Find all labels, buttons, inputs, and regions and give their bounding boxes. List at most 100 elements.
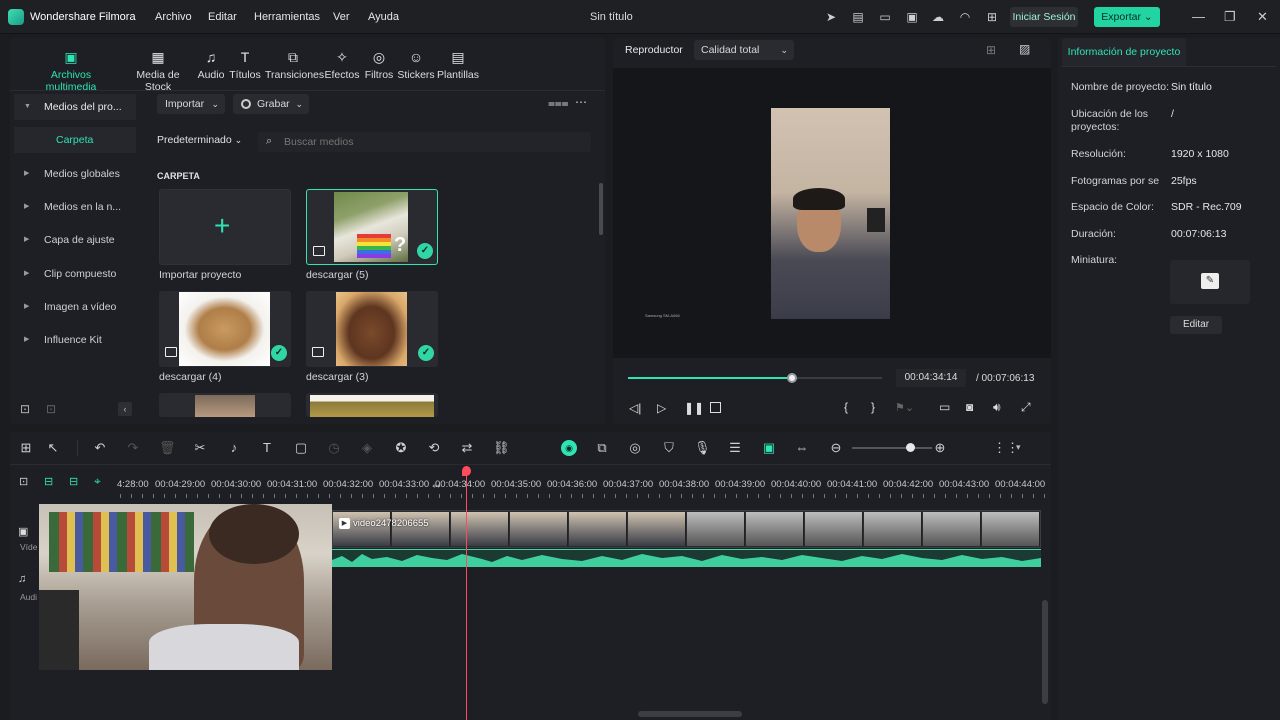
close-icon[interactable]: ✕ (1257, 9, 1268, 25)
quality-dropdown[interactable]: Calidad total ⌄ (694, 40, 794, 60)
vertical-scrollbar[interactable] (1042, 600, 1048, 704)
category-templates[interactable]: ▤ Plantillas (437, 48, 479, 81)
grid-apps-icon[interactable]: ⊞ (985, 10, 999, 24)
tab-project-info[interactable]: Información de proyecto (1062, 38, 1186, 66)
record-button[interactable]: Grabar ⌄ (233, 94, 309, 114)
camera-icon[interactable]: ◙ (966, 400, 973, 414)
ruler-tick-mark (164, 494, 165, 498)
sidebar-folder[interactable]: Carpeta (14, 127, 136, 153)
sidebar-label: Influence Kit (44, 334, 102, 346)
cloud-upload-icon[interactable]: ☁ (931, 10, 945, 24)
more-icon[interactable]: ⋯ (575, 95, 587, 109)
thumbnail-box[interactable]: ✎ (1170, 260, 1250, 304)
media-item-partial[interactable] (306, 393, 438, 417)
sidebar-item-influence[interactable]: ▶ Influence Kit (14, 327, 136, 353)
display-icon[interactable]: ▭ (939, 400, 950, 414)
previous-frame-icon[interactable]: ◁| (629, 401, 641, 415)
menu-editar[interactable]: Editar (208, 11, 237, 23)
headphones-image (209, 504, 299, 564)
sort-dropdown[interactable]: Predeterminado ⌄ (157, 134, 242, 146)
collapse-sidebar-icon[interactable]: ‹ (118, 402, 132, 416)
progress-track[interactable] (628, 373, 882, 383)
dog-image (195, 395, 255, 417)
category-label: Audio (197, 69, 225, 81)
snapshot-image-icon[interactable]: ▨ (1019, 42, 1030, 56)
volume-icon[interactable]: 🔊︎ (993, 400, 1001, 415)
new-folder-icon[interactable]: ⊡ (20, 402, 30, 416)
sidebar-item-cloud[interactable]: ▶ Medios en la n... (14, 194, 136, 220)
audio-track-icon: ♫ (18, 573, 27, 585)
category-media[interactable]: ▣ Archivos multimedia (25, 48, 117, 93)
ruler-tick-mark (461, 494, 462, 498)
monitor-icon[interactable]: ▭ (878, 10, 892, 24)
current-time[interactable]: 00:04:34:14 (896, 369, 966, 387)
audio-waveform[interactable] (332, 549, 1041, 567)
filter-icon: ◎ (372, 49, 386, 65)
export-button[interactable]: Exportar ⌄ (1094, 7, 1160, 27)
time-ruler[interactable]: 4:28:00 00:04:29:00 00:04:30:00 00:04:31:00… (10, 432, 1051, 502)
import-project-tile[interactable]: + (159, 189, 291, 265)
sidebar-item-image-to-video[interactable]: ▶ Imagen a vídeo (14, 294, 136, 320)
ruler-tick-label: 00:04:31:00 (267, 479, 318, 490)
mark-out-icon[interactable]: } (871, 400, 875, 414)
edit-button[interactable]: Editar (1170, 316, 1222, 334)
marker-icon[interactable]: ⚑⌄ (895, 401, 914, 414)
info-value: Sin título (1171, 81, 1212, 93)
filmstrip-frame (687, 512, 745, 546)
ruler-tick-mark (681, 494, 682, 498)
media-item-descargar-3[interactable]: ✓ (306, 291, 438, 367)
search-box[interactable]: ⌕ (258, 132, 591, 152)
media-item-descargar-5[interactable]: ? ✓ (306, 189, 438, 265)
restore-icon[interactable]: ❐ (1224, 9, 1236, 25)
ruler-tick-mark (659, 494, 660, 498)
play-icon[interactable]: ▷ (657, 401, 666, 415)
media-item-descargar-4[interactable]: ✓ (159, 291, 291, 367)
sidebar-item-global[interactable]: ▶ Medios globales (14, 161, 136, 187)
horizontal-scrollbar[interactable] (638, 711, 742, 717)
send-icon[interactable]: ➤ (824, 10, 838, 24)
quality-label: Calidad total (701, 44, 760, 56)
ruler-tick-label: 00:04:33:00 (379, 479, 430, 490)
menu-herramientas[interactable]: Herramientas (254, 11, 320, 23)
video-clip[interactable]: ▶ video2478206655 (332, 510, 1041, 548)
playhead[interactable] (462, 466, 472, 720)
category-audio[interactable]: ♫ Audio (196, 48, 226, 81)
mark-in-icon[interactable]: { (844, 400, 848, 414)
menu-ayuda[interactable]: Ayuda (368, 11, 399, 23)
filter-list-icon[interactable]: ⩶ (548, 96, 569, 111)
category-transitions[interactable]: ⧉ Transiciones (265, 48, 324, 81)
preview-canvas[interactable]: Samsung SM-A066 (613, 68, 1051, 358)
category-filters[interactable]: ◎ Filtros (363, 48, 395, 81)
fullscreen-icon[interactable]: ⤢ (1021, 400, 1031, 415)
import-button[interactable]: Importar ⌄ (157, 94, 225, 114)
clipboard-icon[interactable]: ▤ (851, 10, 865, 24)
player-tab[interactable]: Reproductor (625, 44, 683, 56)
headset-icon[interactable]: ◠ (958, 10, 972, 24)
category-effects[interactable]: ✧ Efectos (324, 48, 360, 81)
menu-ver[interactable]: Ver (333, 11, 350, 23)
category-titles[interactable]: T Títulos (228, 48, 262, 81)
minimize-icon[interactable]: — (1192, 9, 1205, 24)
save-icon[interactable]: ▣ (905, 10, 919, 24)
grid-view-icon[interactable]: ⊞ (986, 43, 996, 57)
sidebar-project-media[interactable]: ▼ Medios del pro... (14, 94, 136, 120)
stop-icon[interactable] (710, 402, 721, 413)
rainbow-flag-icon (357, 234, 391, 258)
category-stickers[interactable]: ☺ Stickers (397, 48, 435, 81)
login-button[interactable]: Iniciar Sesión (1010, 7, 1078, 27)
folder-icon[interactable]: ⊡ (46, 402, 56, 416)
media-scrollbar[interactable] (599, 183, 603, 235)
divider (10, 90, 605, 91)
pause-icon[interactable]: ❚❚ (684, 401, 704, 415)
category-stock[interactable]: ▦ Media de Stock (122, 48, 194, 93)
progress-knob[interactable] (786, 373, 797, 383)
filmstrip-frame (864, 512, 922, 546)
menu-archivo[interactable]: Archivo (155, 11, 192, 23)
media-item-partial[interactable] (159, 393, 291, 417)
search-input[interactable] (284, 134, 574, 150)
ruler-tick-mark (846, 494, 847, 498)
sidebar-item-compound[interactable]: ▶ Clip compuesto (14, 261, 136, 287)
sidebar-item-adjustment[interactable]: ▶ Capa de ajuste (14, 227, 136, 253)
ruler-tick-mark (571, 494, 572, 498)
info-value: 1920 x 1080 (1171, 148, 1229, 160)
